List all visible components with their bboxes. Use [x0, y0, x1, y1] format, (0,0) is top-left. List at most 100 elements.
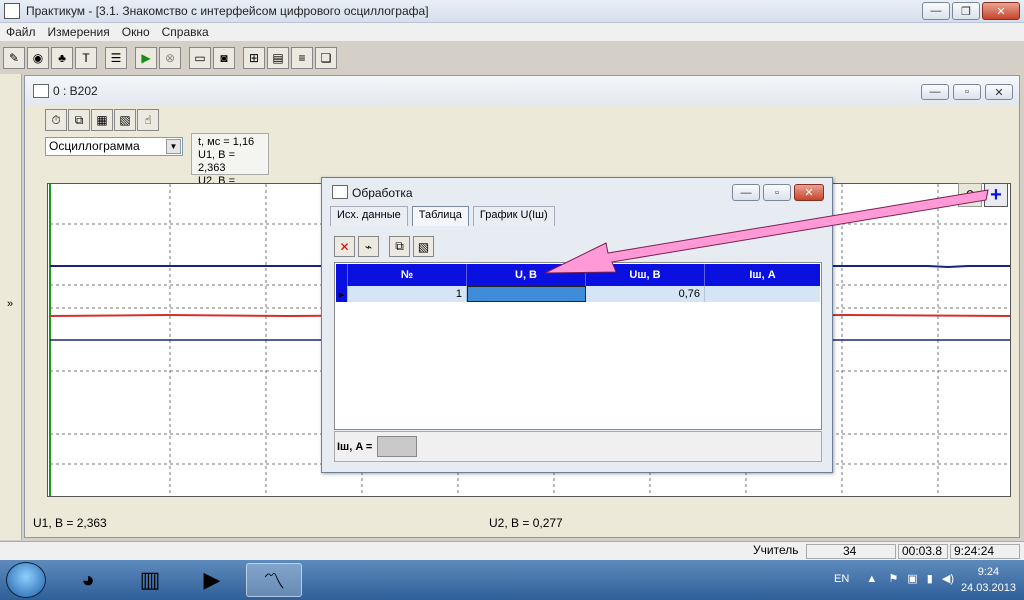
current-label: Iш, A =: [337, 441, 373, 453]
dialog-bottom-panel: Iш, A =: [334, 431, 822, 462]
menu-window[interactable]: Окно: [122, 25, 150, 39]
folder-icon[interactable]: ▥: [122, 563, 178, 597]
column-header[interactable]: Uш, B: [586, 264, 705, 286]
image-icon[interactable]: ▧: [413, 236, 434, 257]
lab-icon[interactable]: ♣: [51, 47, 73, 69]
dialog-toolbar: ✕ ⌁ ⧉ ▧: [334, 236, 436, 257]
data-table: № U, B Uш, B Iш, A ▸ 1 0,76: [334, 262, 822, 430]
dropdown-arrow-icon[interactable]: ▼: [166, 139, 181, 154]
column-header[interactable]: U, B: [467, 264, 586, 286]
status-count: 34: [806, 544, 896, 559]
dialog-maximize-button[interactable]: ▫: [763, 184, 791, 201]
volume-icon[interactable]: ◀): [942, 573, 954, 585]
broom-icon[interactable]: ⌁: [358, 236, 379, 257]
books-icon[interactable]: ▤: [267, 47, 289, 69]
dialog-close-button[interactable]: ✕: [794, 184, 824, 201]
table-icon[interactable]: ▦: [91, 109, 113, 131]
table-cell[interactable]: 1: [348, 286, 467, 302]
menu-measurements[interactable]: Измерения: [48, 25, 110, 39]
row-pointer-icon: ▸: [336, 286, 348, 302]
start-button[interactable]: [6, 562, 46, 598]
device-tray-icon[interactable]: ▣: [907, 573, 917, 585]
pen-icon[interactable]: ✎: [3, 47, 25, 69]
status-role: Учитель: [753, 543, 799, 557]
statusbar: Учитель 34 00:03.8 9:24:24: [0, 541, 1024, 560]
marker-button[interactable]: ⚲: [958, 183, 982, 207]
child-restore-button[interactable]: ▫: [953, 84, 981, 100]
restore-button[interactable]: ❐: [952, 2, 980, 20]
book-icon[interactable]: ❏: [315, 47, 337, 69]
taskbar: ◕ ▥ ▶ 〽 EN ▲ ⚑ ▣ ▮ ◀) 9:24 24.03.2013: [0, 560, 1024, 600]
status-elapsed: 00:03.8: [898, 544, 948, 559]
expand-chevron-icon[interactable]: »: [7, 298, 13, 310]
device-icon[interactable]: ▭: [189, 47, 211, 69]
practicum-app-icon[interactable]: 〽: [246, 563, 302, 597]
menubar: Файл Измерения Окно Справка: [0, 23, 1024, 41]
child-window-controls: — ▫ ✕: [921, 84, 1013, 100]
table-cell-selected[interactable]: [467, 286, 586, 302]
app-window-controls: — ❐ ✕: [922, 2, 1020, 20]
stop-icon[interactable]: ⊗: [159, 47, 181, 69]
globe-icon[interactable]: ◉: [27, 47, 49, 69]
menu-file[interactable]: Файл: [6, 25, 36, 39]
chart-icon: [33, 84, 49, 98]
child-window-title: 0 : B202: [25, 76, 1019, 106]
cursor-readout: t, мс = 1,16 U1, B = 2,363 U2, B = 0,277: [191, 133, 269, 200]
table-cell[interactable]: [705, 286, 820, 302]
current-field[interactable]: [377, 436, 417, 457]
column-header[interactable]: Iш, A: [705, 264, 820, 286]
close-button[interactable]: ✕: [982, 2, 1020, 20]
settings-list-icon[interactable]: ≡: [291, 47, 313, 69]
list-icon[interactable]: ☰: [105, 47, 127, 69]
network-icon[interactable]: ▮: [927, 573, 933, 585]
copy-image-icon[interactable]: ⧉: [68, 109, 90, 131]
dialog-window-controls: — ▫ ✕: [732, 184, 824, 201]
app-titlebar: Практикум - [3.1. Знакомство с интерфейс…: [0, 0, 1024, 23]
hand-icon[interactable]: ☝: [137, 109, 159, 131]
tab-table[interactable]: Таблица: [411, 206, 469, 226]
play-icon[interactable]: ▶: [135, 47, 157, 69]
table-header: № U, B Uш, B Iш, A: [336, 264, 820, 286]
text-tool-icon[interactable]: T: [75, 47, 97, 69]
copy-image-icon[interactable]: ⧉: [389, 236, 410, 257]
table-row[interactable]: ▸ 1 0,76: [336, 286, 820, 302]
readout-u1: U1, B = 2,363: [198, 149, 235, 174]
stopwatch-icon[interactable]: ⏱: [45, 109, 67, 131]
left-collapsed-panel[interactable]: »: [0, 74, 22, 540]
view-mode-select[interactable]: Осциллограмма ▼: [45, 137, 183, 156]
table-cell[interactable]: 0,76: [586, 286, 705, 302]
chart-icon: [332, 185, 348, 199]
tab-source-data[interactable]: Исх. данные: [330, 206, 408, 226]
delete-icon[interactable]: ✕: [334, 236, 355, 257]
app-icon: [4, 3, 20, 19]
menu-help[interactable]: Справка: [162, 25, 209, 39]
status-u2: U2, B = 0,277: [489, 516, 563, 530]
dialog-tabs: Исх. данные Таблица График U(Iш): [330, 206, 555, 226]
media-player-icon[interactable]: ▶: [184, 563, 240, 597]
column-header[interactable]: №: [348, 264, 467, 286]
main-toolbar: ✎ ◉ ♣ T ☰ ▶ ⊗ ▭ ◙ ⊞ ▤ ≡ ❏: [0, 44, 339, 72]
add-point-button[interactable]: +: [984, 183, 1008, 207]
row-indicator-header: [336, 264, 348, 286]
clock[interactable]: 9:24 24.03.2013: [961, 564, 1016, 596]
oscilloscope-toolbar: ⏱ ⧉ ▦ ▧ ☝: [45, 109, 159, 133]
status-u1: U1, B = 2,363: [33, 516, 107, 530]
system-tray: EN ▲ ⚑ ▣ ▮ ◀): [834, 572, 954, 585]
dialog-minimize-button[interactable]: —: [732, 184, 760, 201]
child-minimize-button[interactable]: —: [921, 84, 949, 100]
language-indicator[interactable]: EN: [834, 573, 849, 585]
camera-icon[interactable]: ◙: [213, 47, 235, 69]
minimize-button[interactable]: —: [922, 2, 950, 20]
tab-graph[interactable]: График U(Iш): [472, 206, 555, 226]
tray-arrow-icon[interactable]: ▲: [866, 573, 877, 585]
readout-time: t, мс = 1,16: [198, 136, 255, 148]
chrome-icon[interactable]: ◕: [60, 563, 116, 597]
image-icon[interactable]: ▧: [114, 109, 136, 131]
child-close-button[interactable]: ✕: [985, 84, 1013, 100]
view-mode-value: Осциллограмма: [49, 139, 140, 153]
tree-icon[interactable]: ⊞: [243, 47, 265, 69]
status-time: 9:24:24: [950, 544, 1020, 559]
flag-icon[interactable]: ⚑: [888, 573, 898, 585]
clock-time: 9:24: [977, 566, 1000, 578]
app-title: Практикум - [3.1. Знакомство с интерфейс…: [26, 4, 429, 18]
